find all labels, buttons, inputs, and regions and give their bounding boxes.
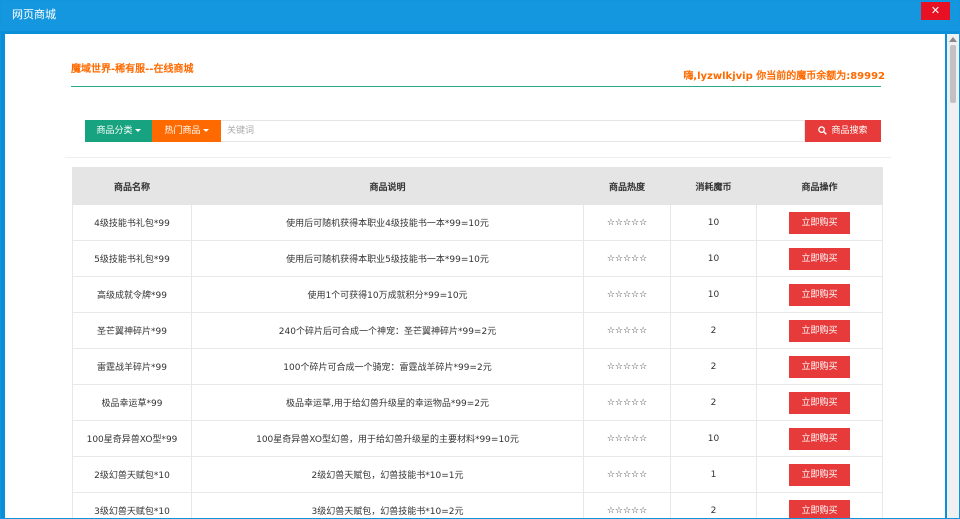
buy-now-button[interactable]: 立即购买 [789, 427, 850, 450]
search-button[interactable]: 商品搜索 [805, 120, 881, 142]
goods-table-body: 4级技能书礼包*99 使用后可随机获得本职业4级技能书一本*99=10元 ☆☆☆☆☆… [72, 204, 883, 518]
shop-window: 网页商城 ✕ 魔域世界-稀有服--在线商城 嗨,lyzwlkjvip 你当前的魔… [0, 0, 960, 519]
buy-now-button[interactable]: 立即购买 [789, 283, 850, 306]
shop-heading: 魔域世界-稀有服--在线商城 [71, 64, 194, 75]
keyword-input[interactable] [221, 120, 805, 142]
goods-action-cell: 立即购买 [756, 348, 883, 385]
goods-description: 使用1个可获得10万成就积分*99=10元 [191, 276, 584, 313]
goods-name: 雷霆战羊碎片*99 [72, 348, 192, 385]
table-row: 3级幻兽天赋包*10 3级幻兽天赋包，幻兽技能书*10=2元 ☆☆☆☆☆ 2 立即购买 [72, 492, 883, 518]
search-icon [818, 126, 828, 135]
goods-action-cell: 立即购买 [756, 456, 883, 493]
goods-description: 240个碎片后可合成一个神宠：圣芒翼神碎片*99=2元 [191, 312, 584, 349]
table-row: 雷霆战羊碎片*99 100个碎片可合成一个骑宠：雷霆战羊碎片*99=2元 ☆☆☆☆☆… [72, 348, 883, 385]
goods-cost: 2 [670, 348, 757, 385]
goods-name: 4级技能书礼包*99 [72, 204, 192, 241]
goods-description: 100个碎片可合成一个骑宠：雷霆战羊碎片*99=2元 [191, 348, 584, 385]
goods-name: 100星奇异兽XO型*99 [72, 420, 192, 457]
goods-heat-stars: ☆☆☆☆☆ [583, 492, 671, 518]
goods-description: 极品幸运草,用于给幻兽升级星的幸运物品*99=2元 [191, 384, 584, 421]
buy-now-button[interactable]: 立即购买 [789, 391, 850, 414]
goods-cost: 1 [670, 456, 757, 493]
goods-action-cell: 立即购买 [756, 492, 883, 518]
close-icon: ✕ [930, 4, 941, 17]
buy-now-button[interactable]: 立即购买 [789, 463, 850, 486]
table-row: 4级技能书礼包*99 使用后可随机获得本职业4级技能书一本*99=10元 ☆☆☆☆☆… [72, 204, 883, 241]
col-header-cost: 消耗魔币 [670, 167, 757, 205]
goods-name: 2级幻兽天赋包*10 [72, 456, 192, 493]
goods-heat-stars: ☆☆☆☆☆ [583, 420, 671, 457]
goods-description: 2级幻兽天赋包，幻兽技能书*10=1元 [191, 456, 584, 493]
goods-description: 使用后可随机获得本职业4级技能书一本*99=10元 [191, 204, 584, 241]
goods-cost: 2 [670, 492, 757, 518]
search-button-label: 商品搜索 [831, 126, 868, 136]
goods-cost: 10 [670, 276, 757, 313]
goods-action-cell: 立即购买 [756, 276, 883, 313]
goods-name: 圣芒翼神碎片*99 [72, 312, 192, 349]
goods-action-cell: 立即购买 [756, 204, 883, 241]
header-divider [71, 86, 881, 87]
hot-label: 热门商品 [164, 126, 201, 136]
goods-cost: 2 [670, 384, 757, 421]
title-bar: 网页商城 ✕ [1, 1, 959, 31]
col-header-action: 商品操作 [756, 167, 883, 205]
buy-now-button[interactable]: 立即购买 [789, 247, 850, 270]
goods-table: 商品名称 商品说明 商品热度 消耗魔币 商品操作 4级技能书礼包*99 使用后可随… [72, 167, 883, 518]
shop-content: 魔域世界-稀有服--在线商城 嗨,lyzwlkjvip 你当前的魔币余额为:89… [5, 34, 945, 518]
goods-heat-stars: ☆☆☆☆☆ [583, 276, 671, 313]
category-dropdown-button[interactable]: 商品分类 [85, 120, 152, 142]
goods-action-cell: 立即购买 [756, 240, 883, 277]
buy-now-button[interactable]: 立即购买 [789, 211, 850, 234]
goods-cost: 10 [670, 420, 757, 457]
table-row: 圣芒翼神碎片*99 240个碎片后可合成一个神宠：圣芒翼神碎片*99=2元 ☆☆☆☆… [72, 312, 883, 349]
goods-heat-stars: ☆☆☆☆☆ [583, 456, 671, 493]
buy-now-button[interactable]: 立即购买 [789, 499, 850, 518]
goods-cost: 2 [670, 312, 757, 349]
col-header-desc: 商品说明 [191, 167, 584, 205]
goods-cost: 10 [670, 204, 757, 241]
goods-description: 使用后可随机获得本职业5级技能书一本*99=10元 [191, 240, 584, 277]
caret-down-icon [202, 129, 209, 132]
table-row: 5级技能书礼包*99 使用后可随机获得本职业5级技能书一本*99=10元 ☆☆☆☆☆… [72, 240, 883, 277]
close-button[interactable]: ✕ [921, 2, 950, 20]
table-row: 高级成就令牌*99 使用1个可获得10万成就积分*99=10元 ☆☆☆☆☆ 10 立即购… [72, 276, 883, 313]
search-bar: 商品分类 热门商品 商品搜索 [85, 120, 881, 142]
goods-name: 高级成就令牌*99 [72, 276, 192, 313]
goods-heat-stars: ☆☆☆☆☆ [583, 348, 671, 385]
caret-down-icon [134, 129, 141, 132]
goods-heat-stars: ☆☆☆☆☆ [583, 312, 671, 349]
scroll-thumb[interactable] [950, 45, 956, 103]
goods-cost: 10 [670, 240, 757, 277]
goods-description: 100星奇异兽XO型幻兽，用于给幻兽升级星的主要材料*99=10元 [191, 420, 584, 457]
goods-name: 5级技能书礼包*99 [72, 240, 192, 277]
goods-description: 3级幻兽天赋包，幻兽技能书*10=2元 [191, 492, 584, 518]
goods-action-cell: 立即购买 [756, 420, 883, 457]
goods-heat-stars: ☆☆☆☆☆ [583, 384, 671, 421]
scroll-up-icon[interactable] [949, 37, 957, 42]
goods-heat-stars: ☆☆☆☆☆ [583, 240, 671, 277]
goods-action-cell: 立即购买 [756, 384, 883, 421]
table-row: 2级幻兽天赋包*10 2级幻兽天赋包，幻兽技能书*10=1元 ☆☆☆☆☆ 1 立即购买 [72, 456, 883, 493]
table-row: 100星奇异兽XO型*99 100星奇异兽XO型幻兽，用于给幻兽升级星的主要材料*… [72, 420, 883, 457]
col-header-name: 商品名称 [72, 167, 192, 205]
goods-name: 极品幸运草*99 [72, 384, 192, 421]
table-row: 极品幸运草*99 极品幸运草,用于给幻兽升级星的幸运物品*99=2元 ☆☆☆☆☆ 2 立… [72, 384, 883, 421]
hot-goods-dropdown-button[interactable]: 热门商品 [152, 120, 221, 142]
buy-now-button[interactable]: 立即购买 [789, 355, 850, 378]
goods-heat-stars: ☆☆☆☆☆ [583, 204, 671, 241]
buy-now-button[interactable]: 立即购买 [789, 319, 850, 342]
goods-action-cell: 立即购买 [756, 312, 883, 349]
section-divider [65, 157, 891, 158]
category-label: 商品分类 [96, 126, 133, 136]
col-header-heat: 商品热度 [583, 167, 671, 205]
goods-name: 3级幻兽天赋包*10 [72, 492, 192, 518]
table-header-row: 商品名称 商品说明 商品热度 消耗魔币 商品操作 [72, 167, 883, 205]
balance-text: 嗨,lyzwlkjvip 你当前的魔币余额为:89992 [683, 71, 885, 82]
vertical-scrollbar[interactable] [947, 34, 959, 518]
window-title: 网页商城 [12, 8, 56, 21]
